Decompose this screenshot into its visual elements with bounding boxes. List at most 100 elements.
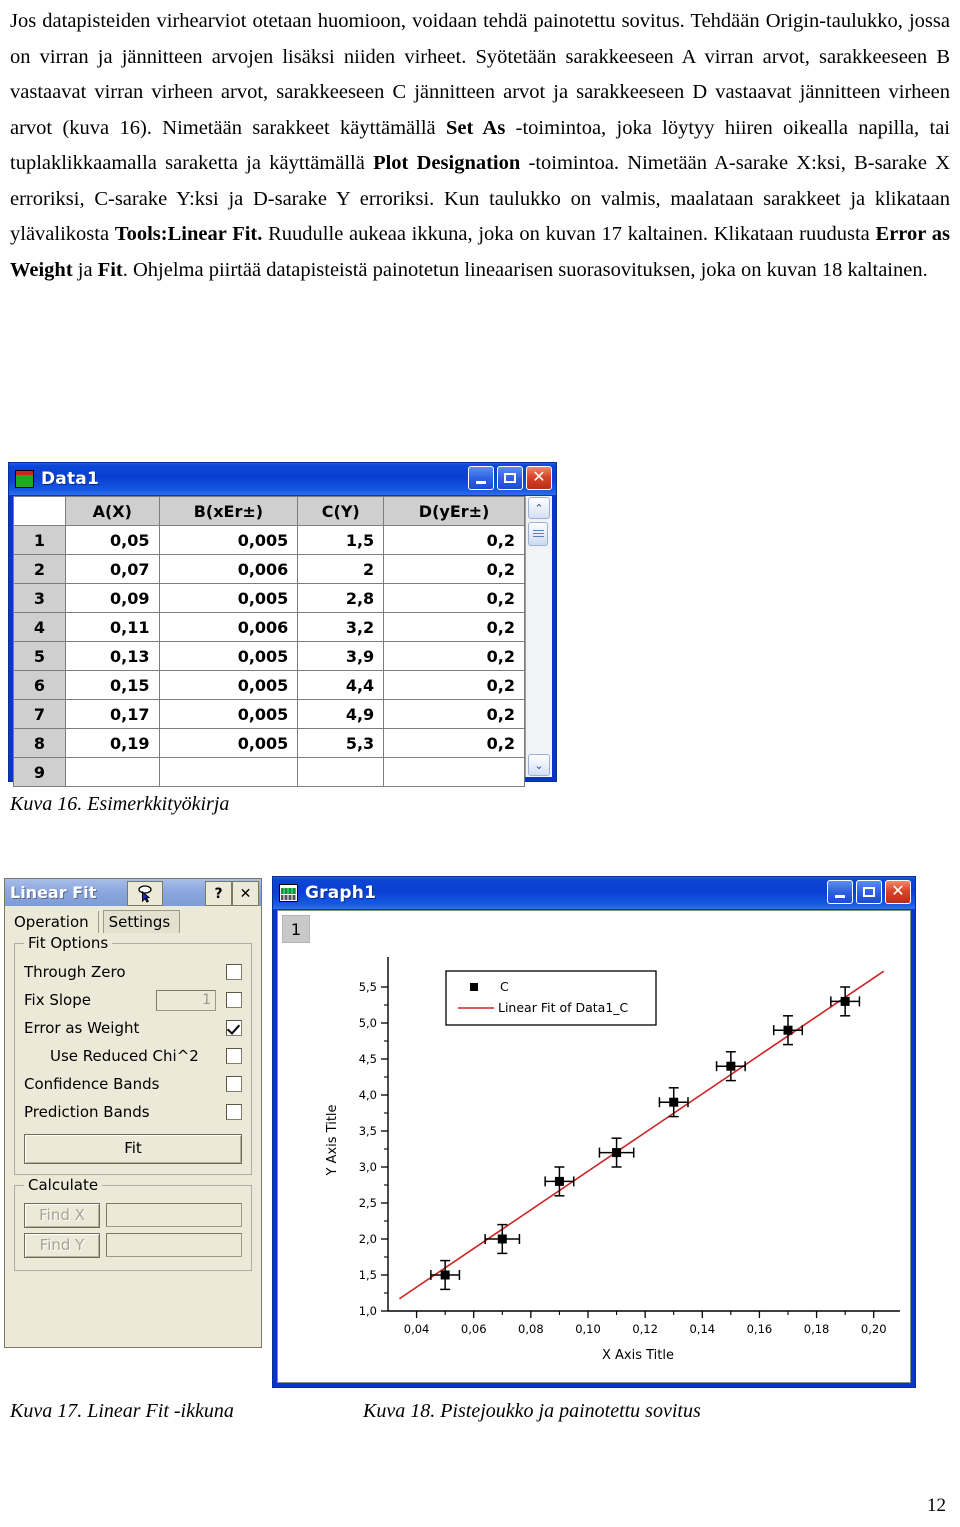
find-y-button[interactable]: Find Y <box>24 1232 100 1258</box>
scroll-down-icon[interactable]: ⌄ <box>528 754 550 776</box>
linear-fit-title: Linear Fit <box>10 883 97 902</box>
cell-d[interactable]: 0,2 <box>383 583 525 613</box>
cell-a[interactable]: 0,13 <box>65 641 160 671</box>
graph1-titlebar[interactable]: Graph1 ✕ <box>273 877 915 909</box>
table-row: 4 0,11 0,006 3,2 0,2 <box>13 612 525 642</box>
cell-d[interactable]: 0,2 <box>383 612 525 642</box>
find-x-row: Find X <box>24 1200 242 1230</box>
cell-b[interactable]: 0,006 <box>158 554 299 584</box>
column-header-b[interactable]: B(xEr±) <box>158 496 299 526</box>
column-header-c[interactable]: C(Y) <box>297 496 385 526</box>
cell-b[interactable]: 0,005 <box>158 699 299 729</box>
confidence-bands-checkbox[interactable] <box>226 1076 242 1092</box>
option-through-zero[interactable]: Through Zero <box>24 958 242 986</box>
vertical-scrollbar[interactable]: ⌃ ⌄ <box>525 496 552 777</box>
sheet-corner-cell[interactable] <box>13 496 66 526</box>
figure-caption-17: Kuva 17. Linear Fit -ikkuna <box>10 1400 234 1422</box>
cell-a[interactable]: 0,19 <box>65 728 160 758</box>
minimize-button[interactable] <box>827 880 853 904</box>
linear-fit-dialog[interactable]: Linear Fit ? ✕ Operation Settings Fit Op… <box>4 878 262 1348</box>
option-prediction-bands[interactable]: Prediction Bands <box>24 1098 242 1126</box>
help-button[interactable]: ? <box>205 881 232 906</box>
cell-c[interactable] <box>297 757 385 787</box>
column-header-a[interactable]: A(X) <box>65 496 160 526</box>
row-header[interactable]: 5 <box>13 641 66 671</box>
minimize-button[interactable] <box>468 466 494 490</box>
cell-a[interactable]: 0,07 <box>65 554 160 584</box>
row-header[interactable]: 8 <box>13 728 66 758</box>
cell-c[interactable]: 4,4 <box>297 670 385 700</box>
cell-d[interactable]: 0,2 <box>383 670 525 700</box>
graph-icon <box>279 884 298 902</box>
maximize-button[interactable] <box>497 466 523 490</box>
cell-a[interactable]: 0,17 <box>65 699 160 729</box>
option-fix-slope[interactable]: Fix Slope 1 <box>24 986 242 1014</box>
row-header[interactable]: 6 <box>13 670 66 700</box>
column-header-d[interactable]: D(yEr±) <box>383 496 525 526</box>
fit-button[interactable]: Fit <box>24 1134 242 1164</box>
cell-d[interactable]: 0,2 <box>383 699 525 729</box>
cell-d[interactable]: 0,2 <box>383 728 525 758</box>
cell-b[interactable]: 0,005 <box>158 525 299 555</box>
cell-b[interactable]: 0,006 <box>158 612 299 642</box>
cell-c[interactable]: 3,9 <box>297 641 385 671</box>
cell-d[interactable] <box>383 757 525 787</box>
tab-settings[interactable]: Settings <box>102 910 181 933</box>
worksheet-table[interactable]: A(X) B(xEr±) C(Y) D(yEr±) 1 0,05 0,005 1,5 0… <box>13 496 525 787</box>
row-header[interactable]: 1 <box>13 525 66 555</box>
pointer-tool-button[interactable] <box>127 881 163 906</box>
minimize-icon <box>476 480 486 484</box>
row-header[interactable]: 4 <box>13 612 66 642</box>
cell-a[interactable]: 0,15 <box>65 670 160 700</box>
option-error-as-weight[interactable]: Error as Weight <box>24 1014 242 1042</box>
data1-titlebar[interactable]: Data1 ✕ <box>9 463 556 495</box>
cell-c[interactable]: 3,2 <box>297 612 385 642</box>
cell-c[interactable]: 1,5 <box>297 525 385 555</box>
cell-c[interactable]: 4,9 <box>297 699 385 729</box>
tab-operation[interactable]: Operation <box>9 911 99 933</box>
find-y-row: Find Y <box>24 1230 242 1260</box>
maximize-button[interactable] <box>856 880 882 904</box>
cell-a[interactable]: 0,09 <box>65 583 160 613</box>
scroll-up-icon[interactable]: ⌃ <box>528 497 550 519</box>
cell-b[interactable]: 0,005 <box>158 728 299 758</box>
option-use-reduced-chi2[interactable]: Use Reduced Chi^2 <box>24 1042 242 1070</box>
row-header[interactable]: 9 <box>13 757 66 787</box>
data1-window[interactable]: Data1 ✕ A(X) B(xEr±) C(Y) D(yEr±) 1 0,05 0… <box>8 462 557 787</box>
close-button[interactable]: ✕ <box>885 880 911 904</box>
svg-text:0,18: 0,18 <box>804 1322 830 1336</box>
cell-a[interactable] <box>65 757 160 787</box>
table-row: 9 <box>13 757 525 787</box>
row-header[interactable]: 7 <box>13 699 66 729</box>
cell-d[interactable]: 0,2 <box>383 525 525 555</box>
row-header[interactable]: 3 <box>13 583 66 613</box>
cell-d[interactable]: 0,2 <box>383 554 525 584</box>
prediction-bands-checkbox[interactable] <box>226 1104 242 1120</box>
cell-b[interactable]: 0,005 <box>158 641 299 671</box>
cell-b[interactable]: 0,005 <box>158 670 299 700</box>
row-header[interactable]: 2 <box>13 554 66 584</box>
graph1-canvas[interactable]: 1 1,0 1,5 2,0 2,5 3,0 3,5 4,0 4,5 5,0 5,5 0,04 0,06… <box>277 910 911 1383</box>
option-confidence-bands[interactable]: Confidence Bands <box>24 1070 242 1098</box>
close-button[interactable]: ✕ <box>526 466 552 490</box>
find-y-input[interactable] <box>106 1233 242 1257</box>
close-button[interactable]: ✕ <box>232 881 259 906</box>
cell-d[interactable]: 0,2 <box>383 641 525 671</box>
use-reduced-chi2-checkbox[interactable] <box>226 1048 242 1064</box>
cell-c[interactable]: 5,3 <box>297 728 385 758</box>
through-zero-checkbox[interactable] <box>226 964 242 980</box>
find-x-button[interactable]: Find X <box>24 1202 100 1228</box>
find-x-input[interactable] <box>106 1203 242 1227</box>
cell-b[interactable] <box>158 757 299 787</box>
cell-c[interactable]: 2 <box>297 554 385 584</box>
scrollbar-thumb[interactable] <box>528 522 548 546</box>
cell-b[interactable]: 0,005 <box>158 583 299 613</box>
cell-a[interactable]: 0,11 <box>65 612 160 642</box>
fix-slope-checkbox[interactable] <box>226 992 242 1008</box>
linear-fit-titlebar[interactable]: Linear Fit ? ✕ <box>5 879 261 906</box>
cell-a[interactable]: 0,05 <box>65 525 160 555</box>
cell-c[interactable]: 2,8 <box>297 583 385 613</box>
fix-slope-input[interactable]: 1 <box>156 989 216 1011</box>
error-as-weight-checkbox[interactable] <box>226 1020 242 1036</box>
graph1-window[interactable]: Graph1 ✕ 1 1,0 1,5 2,0 2,5 3,0 3,5 4,0 4,5 5,0 5,… <box>272 876 916 1388</box>
